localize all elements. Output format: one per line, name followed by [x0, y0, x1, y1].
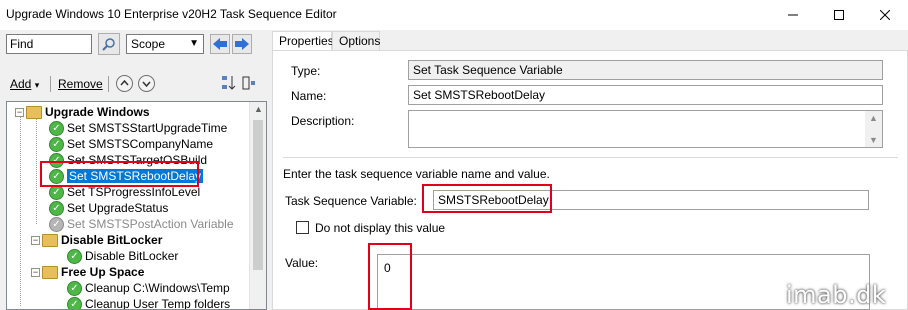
- description-label: Description:: [291, 114, 355, 128]
- scroll-down-icon[interactable]: ▼: [869, 135, 878, 145]
- maximize-icon: [834, 10, 844, 20]
- chevron-down-icon: ▼: [189, 38, 199, 49]
- toolbar-divider: [108, 76, 109, 92]
- toolbar-divider: [50, 76, 51, 92]
- window-title: Upgrade Windows 10 Enterprise v20H2 Task…: [6, 7, 337, 21]
- tree-item[interactable]: ✓ Disable BitLocker: [67, 248, 178, 264]
- description-scrollbar[interactable]: ▲ ▼: [865, 111, 882, 147]
- tree-item-label: Set TSProgressInfoLevel: [67, 185, 201, 199]
- tree-item-label: Set SMSTSCompanyName: [67, 137, 214, 151]
- scope-value: Scope: [131, 37, 166, 51]
- remove-button[interactable]: Remove: [58, 77, 103, 91]
- highlight-box: [368, 243, 412, 310]
- type-label: Type:: [291, 64, 321, 78]
- value-label: Value:: [285, 256, 319, 270]
- name-label: Name:: [291, 89, 327, 103]
- folder-icon: [42, 233, 58, 247]
- check-icon: ✓: [49, 136, 64, 152]
- highlight-box: [422, 184, 552, 213]
- tree-item-label: Free Up Space: [61, 265, 145, 279]
- scrollbar-thumb[interactable]: [253, 120, 263, 270]
- title-bar: Upgrade Windows 10 Enterprise v20H2 Task…: [0, 0, 908, 30]
- check-icon: ✓: [67, 248, 82, 264]
- group-icon[interactable]: [242, 75, 256, 94]
- search-icon: [102, 38, 115, 51]
- collapse-icon[interactable]: −: [31, 267, 40, 277]
- tree-item[interactable]: ✓ Set SMSTSStartUpgradeTime: [49, 120, 227, 136]
- tree-item-label: Set SMSTSStartUpgradeTime: [67, 121, 228, 135]
- watermark-text: imab.dk: [786, 281, 887, 309]
- tree-item[interactable]: ✓ Set UpgradeStatus: [49, 200, 168, 216]
- collapse-icon[interactable]: −: [31, 235, 40, 245]
- tree-item-label: Disable BitLocker: [85, 249, 179, 263]
- tree-item-disabled[interactable]: ✓ Set SMSTSPostAction Variable: [49, 216, 234, 232]
- tab-properties[interactable]: Properties: [272, 31, 334, 52]
- task-sequence-tree[interactable]: − Upgrade Windows ✓ Set SMSTSStartUpgrad…: [6, 101, 267, 310]
- close-button[interactable]: [862, 0, 908, 30]
- find-input[interactable]: Find: [6, 34, 92, 54]
- chevron-up-icon: [120, 79, 129, 86]
- check-icon: ✓: [49, 200, 64, 216]
- scroll-up-icon[interactable]: ▲: [254, 104, 263, 114]
- tree-item[interactable]: ✓ Cleanup C:\Windows\Temp: [67, 280, 230, 296]
- minimize-icon: [788, 14, 798, 16]
- tree-group-disable-bitlocker[interactable]: − Disable BitLocker: [31, 232, 162, 248]
- highlight-box: [40, 161, 199, 187]
- next-result-button[interactable]: [232, 34, 252, 54]
- description-field[interactable]: ▲ ▼: [408, 110, 883, 148]
- tree-item[interactable]: ✓ Cleanup User Temp folders: [67, 296, 231, 310]
- sort-icon[interactable]: [222, 75, 236, 94]
- tree-group-free-up-space[interactable]: − Free Up Space: [31, 264, 144, 280]
- scope-dropdown[interactable]: Scope ▼: [126, 34, 204, 54]
- tree-item-label: Cleanup User Temp folders: [85, 297, 231, 310]
- arrow-right-icon: [235, 38, 249, 50]
- tree-item[interactable]: ✓ Set SMSTSCompanyName: [49, 136, 213, 152]
- tree-toolbar: Add ▾ Remove: [6, 74, 266, 94]
- variable-label: Task Sequence Variable:: [285, 194, 417, 208]
- type-value: Set Task Sequence Variable: [408, 60, 883, 80]
- maximize-button[interactable]: [816, 0, 862, 30]
- previous-result-button[interactable]: [210, 34, 230, 54]
- tree-item-label: Set SMSTSPostAction Variable: [67, 217, 234, 231]
- tree-item-label: Upgrade Windows: [45, 105, 150, 119]
- collapse-icon[interactable]: −: [15, 107, 24, 117]
- chevron-down-icon: [142, 81, 151, 88]
- tree-group-upgrade-windows[interactable]: − Upgrade Windows: [15, 104, 150, 120]
- arrow-left-icon: [213, 38, 227, 50]
- add-dropdown-icon: ▾: [34, 80, 40, 90]
- remove-label: Remove: [58, 77, 103, 91]
- move-up-button[interactable]: [116, 75, 133, 92]
- tree-connector: [36, 116, 37, 224]
- find-button[interactable]: [98, 33, 120, 55]
- instruction-text: Enter the task sequence variable name an…: [283, 167, 550, 181]
- tree-scrollbar[interactable]: ▲: [249, 102, 266, 309]
- name-field[interactable]: Set SMSTSRebootDelay: [408, 85, 883, 105]
- folder-icon: [42, 265, 58, 279]
- move-down-button[interactable]: [138, 75, 155, 92]
- scroll-up-icon[interactable]: ▲: [869, 113, 878, 123]
- hide-value-label: Do not display this value: [315, 221, 446, 235]
- hide-value-checkbox[interactable]: [296, 221, 309, 234]
- check-icon: ✓: [67, 296, 82, 309]
- tree-item-label: Cleanup C:\Windows\Temp: [85, 281, 230, 295]
- section-divider: [283, 157, 898, 158]
- disabled-check-icon: ✓: [49, 216, 64, 232]
- minimize-button[interactable]: [770, 0, 816, 30]
- folder-icon: [26, 105, 42, 119]
- check-icon: ✓: [67, 280, 82, 296]
- tree-connector: [20, 116, 21, 306]
- tree-item-label: Set UpgradeStatus: [67, 201, 169, 215]
- check-icon: ✓: [49, 120, 64, 136]
- tree-item-label: Disable BitLocker: [61, 233, 163, 247]
- close-icon: [880, 10, 890, 20]
- tab-options[interactable]: Options: [332, 31, 380, 51]
- add-label: Add: [10, 77, 32, 91]
- add-menu-button[interactable]: Add ▾: [10, 77, 39, 91]
